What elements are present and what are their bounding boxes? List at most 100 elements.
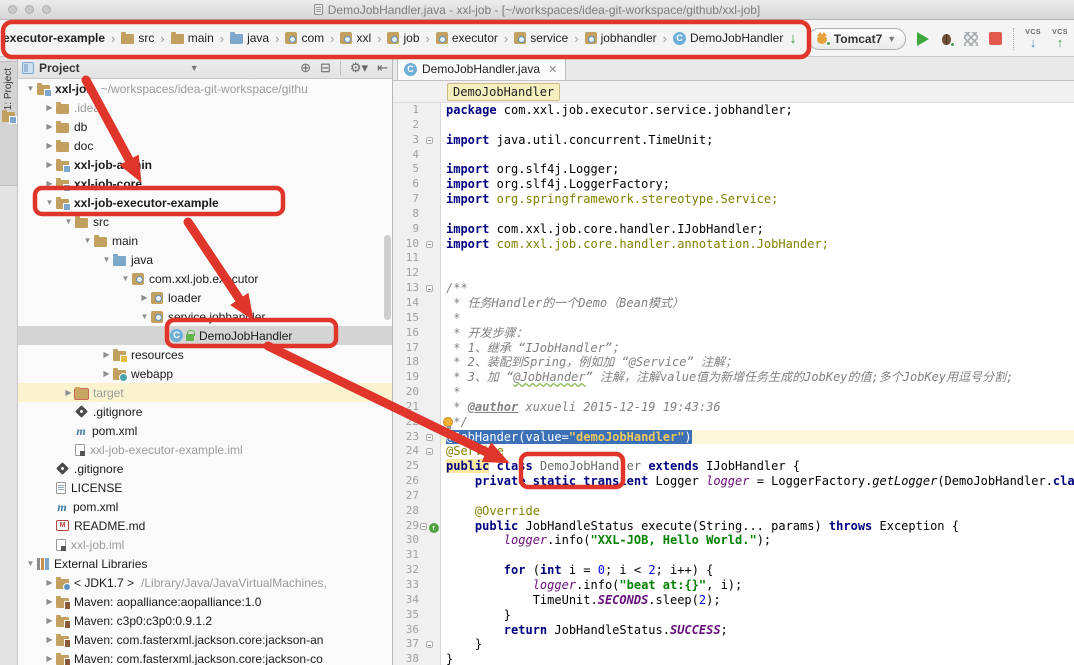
code-line-8[interactable] bbox=[446, 207, 1074, 222]
editor-context-tag[interactable]: DemoJobHandler bbox=[447, 83, 560, 101]
stop-button[interactable] bbox=[989, 32, 1002, 45]
debug-button[interactable] bbox=[940, 32, 953, 46]
tree-item-resources[interactable]: ▶resources bbox=[18, 345, 392, 364]
chevron-open-icon[interactable]: ▼ bbox=[119, 274, 132, 283]
breadcrumb-item[interactable]: xxl bbox=[339, 29, 372, 47]
tree-item-db[interactable]: ▶db bbox=[18, 117, 392, 136]
code-line-30[interactable]: logger.info("XXL-JOB, Hello World."); bbox=[446, 533, 1074, 548]
annotate-down-icon[interactable]: ↓ bbox=[789, 31, 797, 46]
fold-marker-icon[interactable] bbox=[426, 641, 433, 648]
code-line-31[interactable] bbox=[446, 548, 1074, 563]
code-line-38[interactable]: } bbox=[446, 652, 1074, 665]
gear-icon[interactable]: ⚙▾ bbox=[350, 60, 368, 76]
collapse-all-icon[interactable]: ⊟ bbox=[320, 60, 331, 76]
tree-item-license[interactable]: LICENSE bbox=[18, 478, 392, 497]
tree-item-pom-xml[interactable]: mpom.xml bbox=[18, 497, 392, 516]
chevron-open-icon[interactable]: ▼ bbox=[43, 198, 56, 207]
fold-marker-icon[interactable] bbox=[426, 285, 433, 292]
tree-item-main[interactable]: ▼main bbox=[18, 231, 392, 250]
code-line-7[interactable]: import org.springframework.stereotype.Se… bbox=[446, 192, 1074, 207]
project-tool-window-button[interactable]: 1: Project bbox=[0, 61, 18, 186]
code-line-21[interactable]: * @author xuxueli 2015-12-19 19:43:36 bbox=[446, 400, 1074, 415]
chevron-open-icon[interactable]: ▼ bbox=[138, 312, 151, 321]
code-line-29[interactable]: public JobHandleStatus execute(String...… bbox=[446, 519, 1074, 534]
tree-item-readme-md[interactable]: MREADME.md bbox=[18, 516, 392, 535]
code-line-17[interactable]: * 1、继承 “IJobHandler”； bbox=[446, 341, 1074, 356]
chevron-closed-icon[interactable]: ▶ bbox=[43, 616, 56, 625]
code-content[interactable]: package com.xxl.job.executor.service.job… bbox=[441, 103, 1074, 665]
run-configuration-select[interactable]: Tomcat7 ▼ bbox=[808, 28, 906, 50]
chevron-closed-icon[interactable]: ▶ bbox=[43, 122, 56, 131]
fold-marker-icon[interactable] bbox=[426, 448, 433, 455]
breadcrumb-item[interactable]: service bbox=[513, 29, 569, 47]
tree-item-gitignore[interactable]: .gitignore bbox=[18, 459, 392, 478]
code-line-36[interactable]: return JobHandleStatus.SUCCESS; bbox=[446, 623, 1074, 638]
override-method-icon[interactable]: ↑ bbox=[429, 523, 439, 533]
tree-item-xxl-job-admin[interactable]: ▶xxl-job-admin bbox=[18, 155, 392, 174]
chevron-closed-icon[interactable]: ▶ bbox=[43, 179, 56, 188]
fold-marker-icon[interactable] bbox=[426, 434, 433, 441]
code-line-13[interactable]: /** bbox=[446, 281, 1074, 296]
intention-bulb-icon[interactable] bbox=[443, 417, 453, 427]
tree-item-xxl-job[interactable]: ▼xxl-job~/workspaces/idea-git-workspace/… bbox=[18, 79, 392, 98]
code-line-16[interactable]: * 开发步骤： bbox=[446, 326, 1074, 341]
editor-tab[interactable]: C DemoJobHandler.java ✕ bbox=[397, 57, 566, 80]
chevron-closed-icon[interactable]: ▶ bbox=[43, 597, 56, 606]
hide-panel-icon[interactable]: ⇤ bbox=[377, 60, 388, 76]
tree-item-maven-aopalliance-aopalliance-1-0[interactable]: ▶Maven: aopalliance:aopalliance:1.0 bbox=[18, 592, 392, 611]
code-line-37[interactable]: } bbox=[446, 637, 1074, 652]
tree-item-maven-com-fasterxml-jackson-core-jackson-an[interactable]: ▶Maven: com.fasterxml.jackson.core:jacks… bbox=[18, 630, 392, 649]
tree-item-target[interactable]: ▶target bbox=[18, 383, 392, 402]
code-line-12[interactable] bbox=[446, 266, 1074, 281]
chevron-closed-icon[interactable]: ▶ bbox=[100, 350, 113, 359]
fold-marker-icon[interactable] bbox=[426, 241, 433, 248]
code-line-11[interactable] bbox=[446, 251, 1074, 266]
code-line-9[interactable]: import com.xxl.job.core.handler.IJobHand… bbox=[446, 222, 1074, 237]
breadcrumb-item[interactable]: src bbox=[120, 29, 155, 47]
code-line-14[interactable]: * 任务Handler的一个Demo（Bean模式） bbox=[446, 296, 1074, 311]
coverage-button[interactable] bbox=[964, 32, 978, 46]
chevron-open-icon[interactable]: ▼ bbox=[81, 236, 94, 245]
code-line-26[interactable]: private static transient Logger logger =… bbox=[446, 474, 1074, 489]
chevron-closed-icon[interactable]: ▶ bbox=[43, 103, 56, 112]
tree-scrollbar-thumb[interactable] bbox=[384, 235, 391, 320]
chevron-closed-icon[interactable]: ▶ bbox=[43, 160, 56, 169]
close-tab-icon[interactable]: ✕ bbox=[548, 63, 557, 76]
code-line-4[interactable] bbox=[446, 148, 1074, 163]
code-line-18[interactable]: * 2、装配到Spring，例如加 “@Service” 注解； bbox=[446, 355, 1074, 370]
chevron-open-icon[interactable]: ▼ bbox=[62, 217, 75, 226]
breadcrumb-item[interactable]: main bbox=[170, 29, 215, 47]
code-line-2[interactable] bbox=[446, 118, 1074, 133]
panel-title-chevron-icon[interactable]: ▼ bbox=[190, 63, 199, 73]
code-line-35[interactable]: } bbox=[446, 608, 1074, 623]
chevron-closed-icon[interactable]: ▶ bbox=[100, 369, 113, 378]
locate-icon[interactable]: ⊕ bbox=[300, 60, 311, 76]
project-panel-title-group[interactable]: Project bbox=[22, 61, 80, 75]
tree-item-pom-xml[interactable]: mpom.xml bbox=[18, 421, 392, 440]
chevron-open-icon[interactable]: ▼ bbox=[100, 255, 113, 264]
breadcrumb-item[interactable]: job bbox=[386, 29, 420, 47]
breadcrumb-item[interactable]: com bbox=[284, 29, 325, 47]
tree-item-loader[interactable]: ▶loader bbox=[18, 288, 392, 307]
code-line-19[interactable]: * 3、加 “@JobHander” 注解，注解value值为新增任务生成的Jo… bbox=[446, 370, 1074, 385]
breadcrumb-item[interactable]: CDemoJobHandler bbox=[672, 29, 784, 47]
run-button[interactable] bbox=[917, 32, 929, 46]
chevron-closed-icon[interactable]: ▶ bbox=[43, 654, 56, 663]
tree-item-xxl-job-executor-example-iml[interactable]: xxl-job-executor-example.iml bbox=[18, 440, 392, 459]
tree-item-gitignore[interactable]: .gitignore bbox=[18, 402, 392, 421]
code-line-33[interactable]: logger.info("beat at:{}", i); bbox=[446, 578, 1074, 593]
tree-item-com-xxl-job-executor[interactable]: ▼com.xxl.job.executor bbox=[18, 269, 392, 288]
tree-item-xxl-job-iml[interactable]: xxl-job.iml bbox=[18, 535, 392, 554]
chevron-closed-icon[interactable]: ▶ bbox=[62, 388, 75, 397]
code-line-23[interactable]: @JobHander(value="demoJobHandler") bbox=[441, 430, 1074, 445]
tree-item-xxl-job-core[interactable]: ▶xxl-job-core bbox=[18, 174, 392, 193]
tree-item-java[interactable]: ▼java bbox=[18, 250, 392, 269]
vcs-update-button[interactable]: VCS↓ bbox=[1025, 29, 1041, 49]
code-line-10[interactable]: import com.xxl.job.core.handler.annotati… bbox=[446, 237, 1074, 252]
code-line-20[interactable]: * bbox=[446, 385, 1074, 400]
chevron-closed-icon[interactable]: ▶ bbox=[43, 141, 56, 150]
tree-item-jdk1-7[interactable]: ▶< JDK1.7 >/Library/Java/JavaVirtualMach… bbox=[18, 573, 392, 592]
chevron-closed-icon[interactable]: ▶ bbox=[43, 578, 56, 587]
fold-marker-icon[interactable] bbox=[420, 523, 427, 530]
tree-item-doc[interactable]: ▶doc bbox=[18, 136, 392, 155]
